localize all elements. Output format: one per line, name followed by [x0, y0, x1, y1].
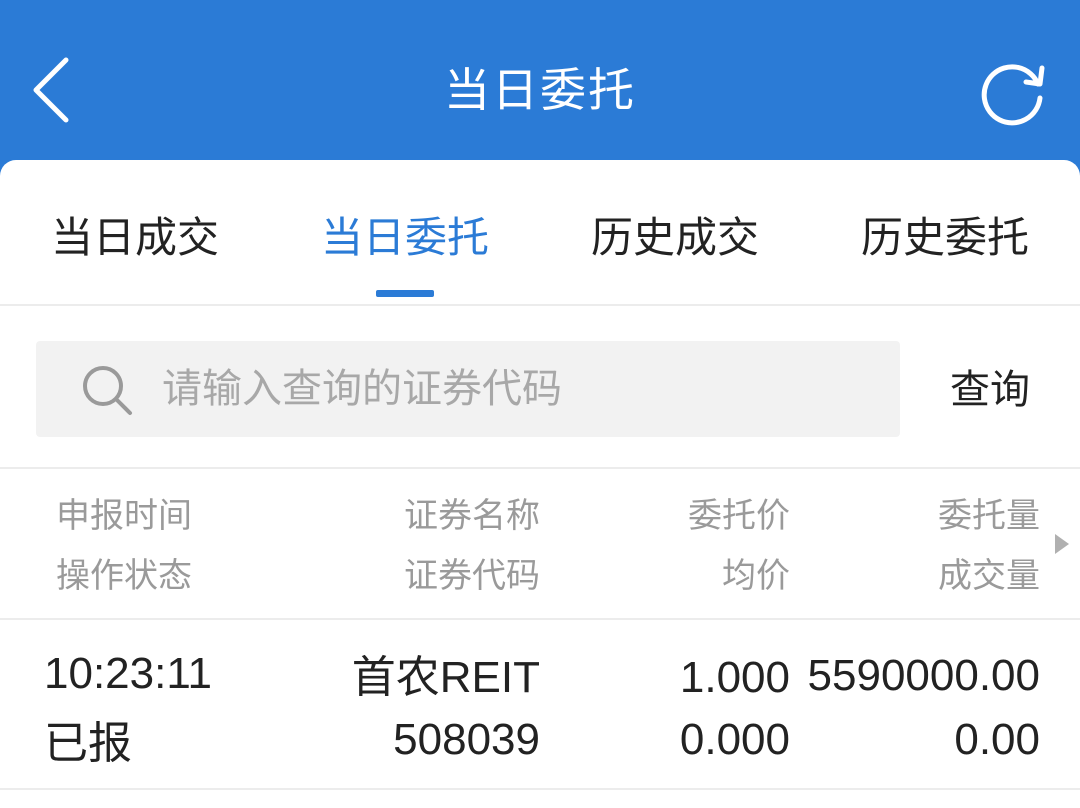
tab-today-orders[interactable]: 当日委托 — [300, 208, 510, 268]
header-security-name: 证券名称 — [404, 496, 540, 536]
header-submit-time: 申报时间 — [56, 496, 192, 536]
tab-history-trades[interactable]: 历史成交 — [570, 208, 780, 268]
header-operation-status: 操作状态 — [56, 556, 192, 596]
search-box — [36, 341, 900, 437]
page-title: 当日委托 — [444, 63, 636, 117]
refresh-icon — [981, 64, 1045, 126]
header-filled-volume: 成交量 — [938, 556, 1040, 596]
header-avg-price: 均价 — [722, 556, 790, 596]
order-volume: 5590000.00 — [807, 651, 1040, 700]
triangle-right-icon — [1055, 534, 1069, 554]
header-order-volume: 委托量 — [938, 496, 1040, 536]
refresh-button[interactable] — [976, 54, 1052, 130]
filled-volume: 0.00 — [954, 715, 1040, 764]
order-status: 已报 — [44, 719, 132, 768]
header-order-price: 委托价 — [688, 496, 790, 536]
divider — [0, 788, 1080, 790]
header-security-code: 证券代码 — [404, 556, 540, 596]
divider — [0, 467, 1080, 469]
tab-bar: 当日成交 当日委托 历史成交 历史委托 — [0, 160, 1080, 306]
average-price: 0.000 — [679, 715, 790, 764]
order-time: 10:23:11 — [44, 649, 213, 698]
search-icon — [83, 366, 132, 415]
active-tab-indicator — [376, 290, 434, 297]
search-input[interactable] — [162, 359, 862, 419]
tab-today-trades[interactable]: 当日成交 — [30, 208, 240, 268]
security-code: 508039 — [393, 715, 540, 764]
tab-history-orders[interactable]: 历史委托 — [840, 208, 1050, 268]
order-price: 1.000 — [679, 653, 790, 702]
query-button[interactable]: 查询 — [930, 360, 1050, 420]
security-name: 首农REIT — [351, 653, 540, 702]
divider — [0, 618, 1080, 620]
scroll-right-button[interactable] — [1052, 532, 1072, 556]
